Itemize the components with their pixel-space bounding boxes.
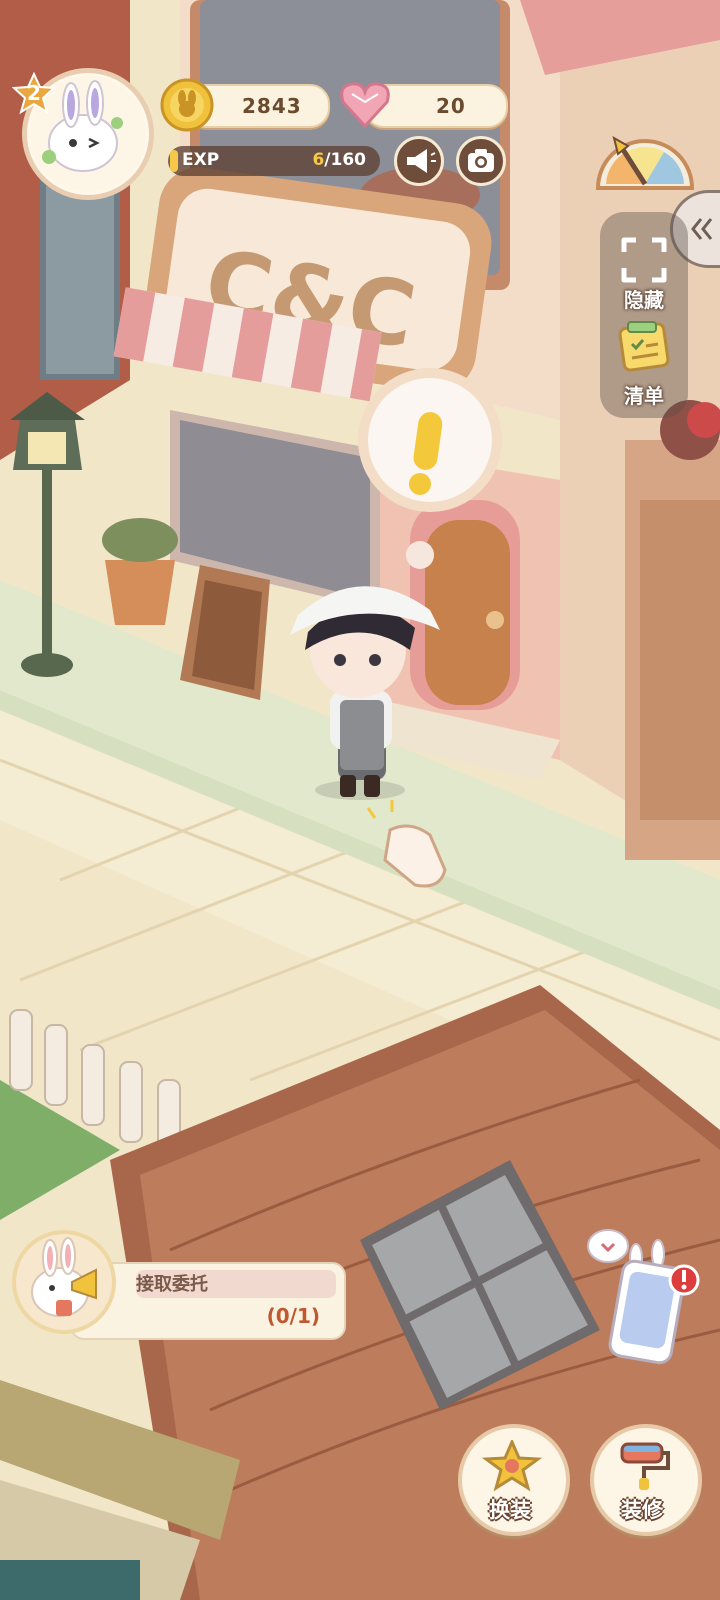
- announcement-button[interactable]: [394, 136, 444, 186]
- gauge-dial-icon: [595, 135, 695, 190]
- phone-icon: [587, 1229, 700, 1365]
- hide-ui-label: 隐藏: [624, 288, 664, 312]
- checklist-button[interactable]: 清单: [600, 316, 688, 418]
- checklist-icon: [618, 321, 670, 372]
- decorate-label: 装修: [621, 1498, 663, 1522]
- level-badge: 2: [11, 71, 57, 116]
- outfit-star-icon: [482, 1440, 542, 1492]
- dress-up-button[interactable]: 换装: [458, 1424, 570, 1536]
- camera-icon: [468, 149, 494, 172]
- camera-button[interactable]: [456, 136, 506, 186]
- decorate-button[interactable]: 装修: [590, 1424, 702, 1536]
- time-gauge[interactable]: [592, 126, 698, 192]
- dress-up-label: 换装: [489, 1498, 531, 1522]
- exp-max: /160: [324, 150, 366, 170]
- level-text: 2: [27, 81, 41, 105]
- exp-label: EXP: [182, 150, 220, 170]
- chevron-left-icon: [691, 218, 713, 240]
- quest-progress: (0/1): [266, 1304, 320, 1328]
- hide-ui-button[interactable]: 隐藏: [600, 212, 688, 312]
- coin-amount: 2843: [242, 94, 302, 118]
- heart-amount: 20: [436, 94, 466, 118]
- heart-gem-icon: [338, 80, 392, 130]
- exp-fill: [170, 150, 178, 172]
- checklist-label: 清单: [624, 384, 664, 408]
- bunny-megaphone-icon: [31, 1237, 97, 1317]
- quest-npc-avatar[interactable]: [12, 1230, 116, 1334]
- coin-icon: [160, 78, 214, 132]
- exp-bar: EXP 6/160: [168, 146, 380, 176]
- fullscreen-icon: [621, 237, 667, 283]
- megaphone-icon: [407, 149, 436, 173]
- exp-value: 6/160: [312, 150, 366, 170]
- phone-button[interactable]: [586, 1224, 700, 1372]
- exp-current: 6: [312, 150, 325, 170]
- paint-roller-icon: [620, 1442, 670, 1490]
- quest-title: 接取委托: [136, 1274, 208, 1295]
- side-menu: 隐藏 清单: [600, 212, 688, 418]
